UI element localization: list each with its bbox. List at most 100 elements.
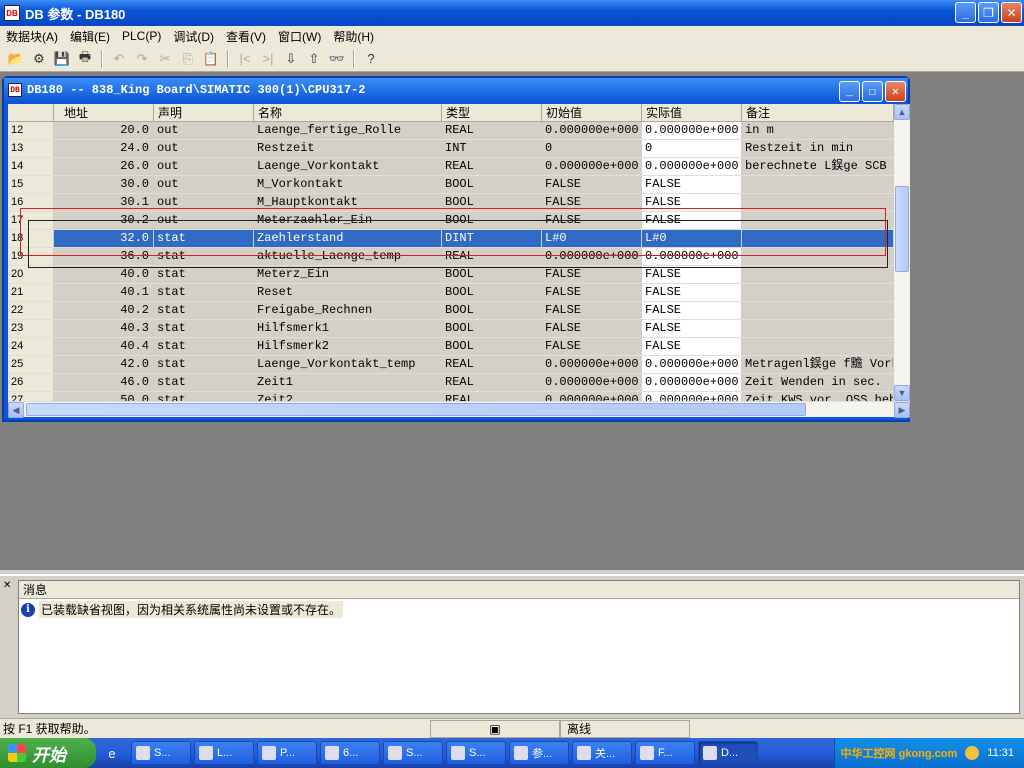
initial-value-cell[interactable]: FALSE — [542, 320, 642, 337]
comment-cell[interactable] — [742, 302, 894, 319]
actual-value-cell[interactable]: FALSE — [642, 320, 742, 337]
type-cell[interactable]: INT — [442, 140, 542, 157]
initial-value-cell[interactable]: FALSE — [542, 302, 642, 319]
comment-cell[interactable] — [742, 230, 894, 247]
type-cell[interactable]: DINT — [442, 230, 542, 247]
address-cell[interactable]: 30.1 — [54, 194, 154, 211]
col-header-initial-value[interactable]: 初始值 — [542, 104, 642, 121]
address-cell[interactable]: 30.2 — [54, 212, 154, 229]
comment-cell[interactable] — [742, 320, 894, 337]
declaration-cell[interactable]: out — [154, 158, 254, 175]
row-number[interactable]: 12 — [8, 122, 54, 139]
name-cell[interactable]: Laenge_fertige_Rolle — [254, 122, 442, 139]
horizontal-scroll-thumb[interactable] — [26, 403, 806, 416]
comment-cell[interactable]: berechnete L鋘ge SCB I — [742, 158, 894, 175]
type-cell[interactable]: REAL — [442, 392, 542, 401]
address-cell[interactable]: 40.4 — [54, 338, 154, 355]
initial-value-cell[interactable]: 0.000000e+000 — [542, 248, 642, 265]
scroll-right-button[interactable]: ▶ — [894, 402, 910, 418]
comment-cell[interactable]: Zeit Wenden in sec. — [742, 374, 894, 391]
download-icon[interactable]: ⇩ — [281, 49, 301, 69]
type-cell[interactable]: BOOL — [442, 320, 542, 337]
name-cell[interactable]: Zaehlerstand — [254, 230, 442, 247]
address-cell[interactable]: 32.0 — [54, 230, 154, 247]
declaration-cell[interactable]: stat — [154, 320, 254, 337]
col-header-address[interactable]: 地址 — [54, 104, 154, 121]
type-cell[interactable]: REAL — [442, 248, 542, 265]
type-cell[interactable]: BOOL — [442, 212, 542, 229]
taskbar-button[interactable]: D... — [698, 741, 758, 765]
initial-value-cell[interactable]: 0.000000e+000 — [542, 158, 642, 175]
child-maximize-button[interactable]: ☐ — [862, 81, 883, 102]
table-row[interactable]: 22 40.2 stat Freigabe_Rechnen BOOL FALSE FALSE — [8, 302, 894, 320]
copy-icon[interactable]: ⎘ — [178, 49, 198, 69]
declaration-cell[interactable]: stat — [154, 230, 254, 247]
row-number[interactable]: 20 — [8, 266, 54, 283]
declaration-cell[interactable]: out — [154, 212, 254, 229]
taskbar-button[interactable]: S... — [446, 741, 506, 765]
menu-help[interactable]: 帮助(H) — [327, 28, 380, 45]
type-cell[interactable]: REAL — [442, 374, 542, 391]
col-header-name[interactable]: 名称 — [254, 104, 442, 121]
restore-button[interactable]: ❐ — [978, 2, 999, 23]
start-button[interactable]: 开始 — [0, 738, 96, 768]
undo-icon[interactable]: ↶ — [109, 49, 129, 69]
initial-value-cell[interactable]: FALSE — [542, 266, 642, 283]
row-number[interactable]: 14 — [8, 158, 54, 175]
paste-icon[interactable]: 📋 — [201, 49, 221, 69]
address-cell[interactable]: 50.0 — [54, 392, 154, 401]
row-number[interactable]: 17 — [8, 212, 54, 229]
comment-cell[interactable]: Metragenl鋘ge f黵 Vork — [742, 356, 894, 373]
type-cell[interactable]: REAL — [442, 122, 542, 139]
row-number[interactable]: 15 — [8, 176, 54, 193]
table-row[interactable]: 15 30.0 out M_Vorkontakt BOOL FALSE FALSE — [8, 176, 894, 194]
tray-icon[interactable] — [965, 746, 980, 760]
name-cell[interactable]: Freigabe_Rechnen — [254, 302, 442, 319]
row-number[interactable]: 26 — [8, 374, 54, 391]
menu-edit[interactable]: 编辑(E) — [64, 28, 116, 45]
horizontal-scrollbar[interactable]: ◀ ▶ — [8, 401, 910, 418]
row-number[interactable]: 25 — [8, 356, 54, 373]
type-cell[interactable]: REAL — [442, 158, 542, 175]
actual-value-cell[interactable]: FALSE — [642, 338, 742, 355]
address-cell[interactable]: 40.2 — [54, 302, 154, 319]
col-header-actual-value[interactable]: 实际值 — [642, 104, 742, 121]
actual-value-cell[interactable]: FALSE — [642, 194, 742, 211]
initial-value-cell[interactable]: 0.000000e+000 — [542, 392, 642, 401]
row-number[interactable]: 19 — [8, 248, 54, 265]
table-row[interactable]: 13 24.0 out Restzeit INT 0 0 Restzeit in min — [8, 140, 894, 158]
taskbar-button[interactable]: 关... — [572, 741, 632, 765]
name-cell[interactable]: Hilfsmerk2 — [254, 338, 442, 355]
type-cell[interactable]: BOOL — [442, 302, 542, 319]
declaration-cell[interactable]: stat — [154, 248, 254, 265]
open-icon[interactable]: 📂 — [6, 49, 26, 69]
declaration-cell[interactable]: stat — [154, 284, 254, 301]
taskbar-button[interactable]: P... — [257, 741, 317, 765]
monitor-icon[interactable]: 👓 — [327, 49, 347, 69]
initial-value-cell[interactable]: 0.000000e+000 — [542, 122, 642, 139]
table-row[interactable]: 27 50.0 stat Zeit2 REAL 0.000000e+000 0.000000… — [8, 392, 894, 401]
address-cell[interactable]: 20.0 — [54, 122, 154, 139]
name-cell[interactable]: Laenge_Vorkontakt — [254, 158, 442, 175]
type-cell[interactable]: BOOL — [442, 194, 542, 211]
menu-debug[interactable]: 调试(D) — [167, 28, 220, 45]
type-cell[interactable]: BOOL — [442, 284, 542, 301]
actual-value-cell[interactable]: 0.000000e+000 — [642, 248, 742, 265]
menu-data-block[interactable]: 数据块(A) — [0, 28, 64, 45]
redo-icon[interactable]: ↷ — [132, 49, 152, 69]
actual-value-cell[interactable]: L#0 — [642, 230, 742, 247]
address-cell[interactable]: 26.0 — [54, 158, 154, 175]
name-cell[interactable]: Zeit1 — [254, 374, 442, 391]
row-number[interactable]: 18 — [8, 230, 54, 247]
name-cell[interactable]: Hilfsmerk1 — [254, 320, 442, 337]
comment-cell[interactable] — [742, 284, 894, 301]
child-close-button[interactable]: ✕ — [885, 81, 906, 102]
comment-cell[interactable] — [742, 212, 894, 229]
scroll-up-button[interactable]: ▲ — [894, 104, 910, 120]
taskbar-button[interactable]: L... — [194, 741, 254, 765]
message-panel-close-icon[interactable]: ✕ — [3, 580, 11, 591]
taskbar-button[interactable]: 参... — [509, 741, 569, 765]
actual-value-cell[interactable]: 0 — [642, 140, 742, 157]
row-number[interactable]: 22 — [8, 302, 54, 319]
taskbar-button[interactable]: 6... — [320, 741, 380, 765]
